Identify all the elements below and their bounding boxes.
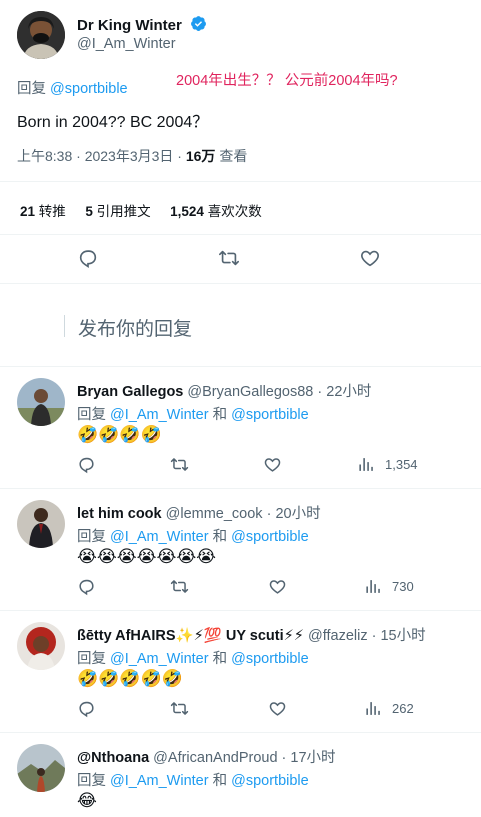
reply-icon [79, 457, 94, 474]
retweet-button[interactable] [170, 699, 189, 718]
retweet-icon [170, 458, 189, 471]
like-button[interactable] [268, 577, 287, 596]
reply-tweet[interactable]: let him cook @lemme_cook · 20小时 回复 @I_Am… [0, 489, 481, 610]
mention-link[interactable]: @sportbible [231, 407, 309, 423]
like-button[interactable] [359, 247, 381, 269]
reply-time[interactable]: · 20小时 [263, 506, 321, 522]
quotes-stat[interactable]: 5 引用推文 [85, 204, 150, 219]
retweets-stat[interactable]: 21 转推 [20, 204, 66, 219]
like-button[interactable] [268, 699, 287, 718]
reply-context: 回复 @I_Am_Winter 和 @sportbible [77, 407, 309, 423]
author-name[interactable]: Dr King Winter [77, 15, 207, 36]
reply-button[interactable] [77, 247, 99, 269]
reply-author-name[interactable]: let him cook [77, 506, 162, 522]
reply-text: 🤣🤣🤣🤣🤣 [77, 669, 183, 688]
retweet-button[interactable] [170, 577, 189, 596]
mention-link[interactable]: @sportbible [231, 651, 309, 667]
heart-icon [361, 250, 379, 267]
reply-time[interactable]: · 22小时 [313, 384, 371, 400]
compose-caret [64, 315, 65, 337]
reply-author-name[interactable]: Bryan Gallegos [77, 384, 183, 400]
views-button[interactable]: 1,354 [357, 455, 418, 474]
reply-tweet[interactable]: ßētty AfHAIRS✨⚡💯 UY scuti⚡⚡ @ffazeliz · … [0, 611, 481, 732]
heart-icon [269, 702, 286, 716]
reply-text: 😭😭😭😭😭😭😭 [77, 547, 217, 566]
reply-author-handle[interactable]: @ffazeliz [308, 628, 368, 644]
compose-input[interactable]: 发布你的回复 [78, 314, 192, 341]
mention-link[interactable]: @I_Am_Winter [110, 773, 209, 789]
divider [0, 234, 481, 235]
reply-author-handle[interactable]: @BryanGallegos88 [187, 384, 313, 400]
reply-context: 回复 @sportbible [17, 81, 128, 97]
reply-time[interactable]: · 17小时 [278, 750, 336, 766]
retweet-button[interactable] [218, 247, 240, 269]
reply-author-handle[interactable]: @AfricanAndProud [153, 750, 277, 766]
reply-context: 回复 @I_Am_Winter 和 @sportbible [77, 651, 309, 667]
mention-link[interactable]: @sportbible [231, 529, 309, 545]
mention-link[interactable]: @sportbible [231, 773, 309, 789]
heart-icon [269, 580, 286, 594]
reply-context: 回复 @I_Am_Winter 和 @sportbible [77, 773, 309, 789]
views-button[interactable]: 262 [364, 699, 414, 718]
like-button[interactable] [263, 455, 282, 474]
analytics-icon [366, 702, 380, 715]
retweet-icon [170, 580, 189, 593]
divider [0, 181, 481, 182]
reply-tweet[interactable]: @Nthoana @AfricanAndProud · 17小时 回复 @I_A… [0, 733, 481, 817]
avatar[interactable] [17, 500, 65, 548]
likes-stat[interactable]: 1,524 喜欢次数 [170, 204, 262, 219]
tweet-text: Born in 2004?? BC 2004？ [17, 114, 209, 131]
analytics-icon [366, 580, 380, 593]
reply-icon [79, 701, 94, 718]
mention-link[interactable]: @I_Am_Winter [110, 651, 209, 667]
author-handle[interactable]: @I_Am_Winter [77, 36, 176, 52]
reply-author-handle[interactable]: @lemme_cook [166, 506, 263, 522]
reply-time[interactable]: · 15小时 [368, 628, 426, 644]
avatar[interactable] [17, 378, 65, 426]
reply-button[interactable] [77, 699, 96, 718]
tweet-stats: 21 转推 5 引用推文 1,524 喜欢次数 [20, 200, 262, 220]
mention-link[interactable]: @I_Am_Winter [110, 407, 209, 423]
annotation-text: 2004年出生？？ 公元前2004年吗? [176, 73, 398, 89]
reply-text: 🤣🤣🤣🤣 [77, 425, 162, 444]
reply-text: 😂 [77, 791, 97, 810]
analytics-icon [359, 458, 373, 471]
author-avatar[interactable] [17, 11, 65, 59]
mention-link[interactable]: @I_Am_Winter [110, 529, 209, 545]
reply-icon [79, 250, 97, 268]
compose-reply[interactable]: 发布你的回复 [0, 284, 481, 366]
heart-icon [264, 458, 281, 472]
retweet-button[interactable] [170, 455, 189, 474]
reply-icon [79, 579, 94, 596]
retweet-icon [170, 702, 189, 715]
reply-to-link[interactable]: @sportbible [50, 81, 128, 97]
avatar[interactable] [17, 622, 65, 670]
reply-button[interactable] [77, 455, 96, 474]
reply-tweet[interactable]: Bryan Gallegos @BryanGallegos88 · 22小时 回… [0, 367, 481, 488]
reply-button[interactable] [77, 577, 96, 596]
reply-author-name[interactable]: ßētty AfHAIRS✨⚡💯 UY scuti⚡⚡ [77, 628, 304, 644]
tweet-timestamp[interactable]: 上午8:38 · 2023年3月3日 · 16万 查看 [17, 146, 247, 166]
reply-context: 回复 @I_Am_Winter 和 @sportbible [77, 529, 309, 545]
views-button[interactable]: 730 [364, 577, 414, 596]
retweet-icon [219, 250, 239, 266]
verified-badge-icon [190, 15, 207, 36]
reply-author-name[interactable]: @Nthoana [77, 750, 149, 766]
avatar[interactable] [17, 744, 65, 792]
